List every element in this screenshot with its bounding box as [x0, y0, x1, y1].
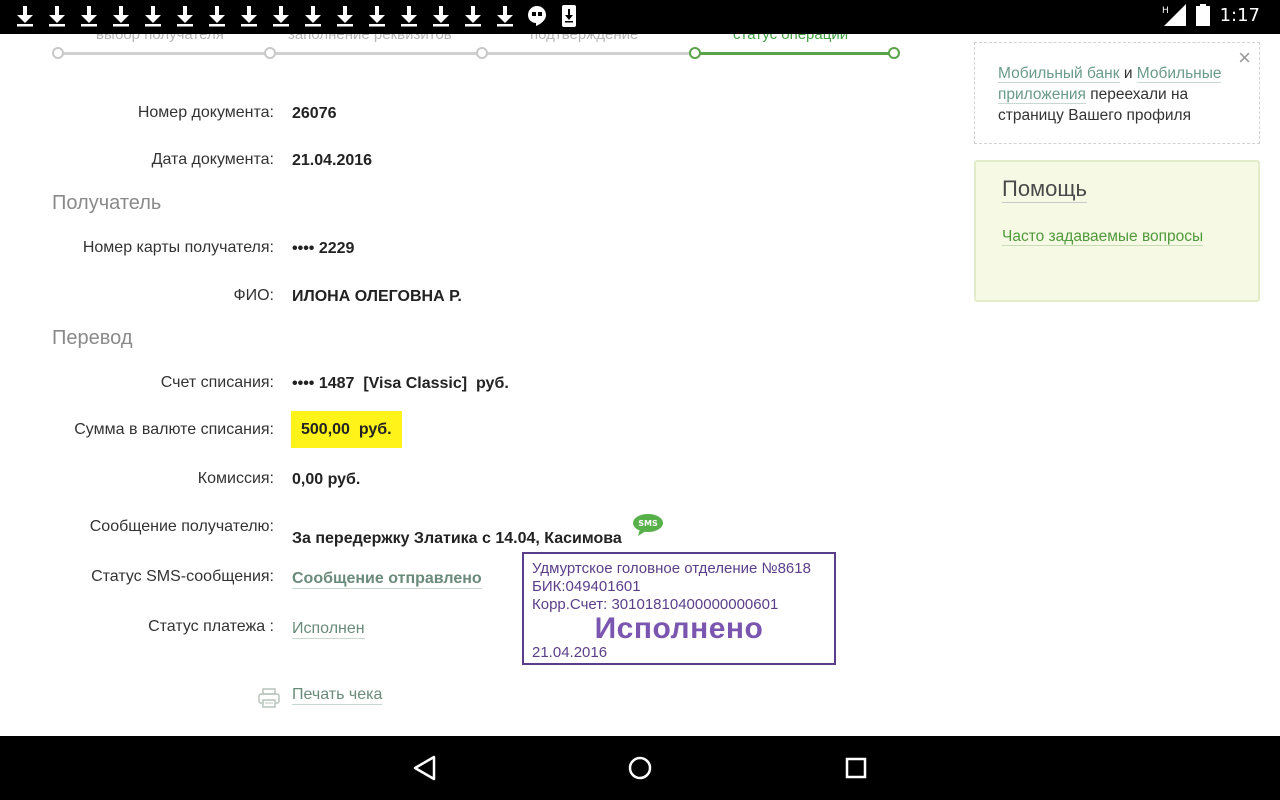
amount-label: Сумма в валюте списания:	[74, 421, 274, 438]
help-title: Помощь	[1002, 176, 1087, 203]
notification-icons	[14, 4, 590, 30]
card-value: •••• 2229	[292, 240, 355, 257]
download-icon	[110, 4, 142, 30]
download-icon	[398, 4, 430, 30]
notice-and: и	[1119, 65, 1137, 82]
help-panel: Помощь Часто задаваемые вопросы	[974, 160, 1260, 302]
sms-status-link[interactable]: Сообщение отправлено	[292, 570, 482, 589]
notice-box: × Мобильный банк и Мобильные приложения …	[974, 42, 1260, 144]
stamp-bik: БИК:049401601	[532, 578, 641, 595]
step-line-inactive	[58, 52, 695, 55]
status-right: H 1:17	[1162, 4, 1260, 26]
phone-update-icon	[558, 4, 590, 30]
doc-date-value: 21.04.2016	[292, 152, 373, 169]
download-icon	[142, 4, 174, 30]
row-amount: Сумма в валюте списания: 500,00 руб.	[0, 411, 920, 451]
step-dot-3	[476, 47, 488, 59]
doc-number-label: Номер документа:	[137, 104, 274, 121]
row-message: Сообщение получателю: За передержку Злат…	[0, 514, 920, 548]
download-icon	[14, 4, 46, 30]
status-bar: H 1:17	[0, 0, 1280, 34]
download-icon	[46, 4, 78, 30]
home-icon[interactable]	[627, 754, 653, 782]
row-name: ФИО: ИЛОНА ОЛЕГОВНА Р.	[0, 287, 920, 317]
signal-icon: H	[1162, 4, 1186, 26]
section-recipient-title: Получатель	[52, 192, 162, 214]
message-value: За передержку Златика с 14.04, Касимова …	[292, 514, 664, 548]
name-label: ФИО:	[233, 287, 274, 304]
payment-status-link[interactable]: Исполнен	[292, 620, 365, 639]
step-dot-4	[689, 47, 701, 59]
svg-text:H: H	[1162, 6, 1169, 16]
account-label: Счет списания:	[160, 374, 274, 391]
stamp-date: 21.04.2016	[532, 644, 608, 661]
amount-value: 500,00 руб.	[291, 411, 402, 448]
printer-icon	[258, 688, 280, 708]
name-value: ИЛОНА ОЛЕГОВНА Р.	[292, 288, 462, 305]
card-label: Номер карты получателя:	[82, 239, 274, 256]
faq-link-text: Часто задаваемые вопросы	[1002, 228, 1204, 246]
doc-date-label: Дата документа:	[151, 151, 274, 168]
battery-icon	[1195, 4, 1210, 26]
sms-status-label: Статус SMS-сообщения:	[91, 568, 274, 585]
row-doc-number: Номер документа: 26076	[0, 104, 920, 134]
back-icon[interactable]	[412, 754, 438, 782]
step-dot-5	[888, 47, 900, 59]
download-icon	[462, 4, 494, 30]
mobile-bank-link[interactable]: Мобильный банк	[998, 65, 1120, 83]
row-card: Номер карты получателя: •••• 2229	[0, 239, 920, 269]
section-transfer-title: Перевод	[52, 327, 133, 349]
step-label-details: заполнение реквизитов	[288, 34, 452, 43]
doc-number-value: 26076	[292, 105, 337, 122]
download-icon	[206, 4, 238, 30]
row-doc-date: Дата документа: 21.04.2016	[0, 151, 920, 181]
account-value: •••• 1487 [Visa Classic] руб.	[292, 375, 509, 392]
download-icon	[430, 4, 462, 30]
message-text: За передержку Златика с 14.04, Касимова	[292, 530, 622, 547]
progress-steps: выбор получателя заполнение реквизитов п…	[52, 34, 902, 64]
download-icon	[334, 4, 366, 30]
stamp-executed: Исполнено	[594, 612, 764, 645]
print-receipt-link[interactable]: Печать чека	[292, 686, 383, 705]
sms-badge-text: SMS	[639, 519, 659, 528]
step-label-confirm: подтверждение	[530, 34, 639, 43]
stamp-branch: Удмуртское головное отделение №8618	[532, 560, 811, 577]
bank-stamp: Удмуртское головное отделение №8618 БИК:…	[522, 552, 836, 665]
payment-status-label: Статус платежа :	[148, 618, 274, 635]
step-line-active	[695, 52, 895, 55]
main-content: выбор получателя заполнение реквизитов п…	[0, 34, 1280, 736]
download-icon	[366, 4, 398, 30]
faq-link[interactable]: Часто задаваемые вопросы	[1002, 227, 1204, 246]
download-icon	[78, 4, 110, 30]
download-icon	[174, 4, 206, 30]
close-icon[interactable]: ×	[1238, 47, 1251, 69]
download-icon	[494, 4, 526, 30]
fee-label: Комиссия:	[197, 470, 274, 487]
row-account: Счет списания: •••• 1487 [Visa Classic] …	[0, 374, 920, 404]
recents-icon[interactable]	[844, 754, 868, 782]
step-dot-1	[52, 47, 64, 59]
step-label-status: статус операции	[733, 34, 849, 43]
navigation-bar	[0, 736, 1280, 800]
message-label: Сообщение получателю:	[89, 518, 274, 535]
fee-value: 0,00 руб.	[292, 471, 361, 488]
download-icon	[270, 4, 302, 30]
sms-icon: SMS	[633, 514, 664, 536]
step-dot-2	[264, 47, 276, 59]
hangouts-icon	[526, 4, 558, 30]
download-icon	[238, 4, 270, 30]
download-icon	[302, 4, 334, 30]
step-label-recipient: выбор получателя	[96, 34, 224, 43]
row-fee: Комиссия: 0,00 руб.	[0, 470, 920, 500]
clock: 1:17	[1219, 4, 1260, 26]
